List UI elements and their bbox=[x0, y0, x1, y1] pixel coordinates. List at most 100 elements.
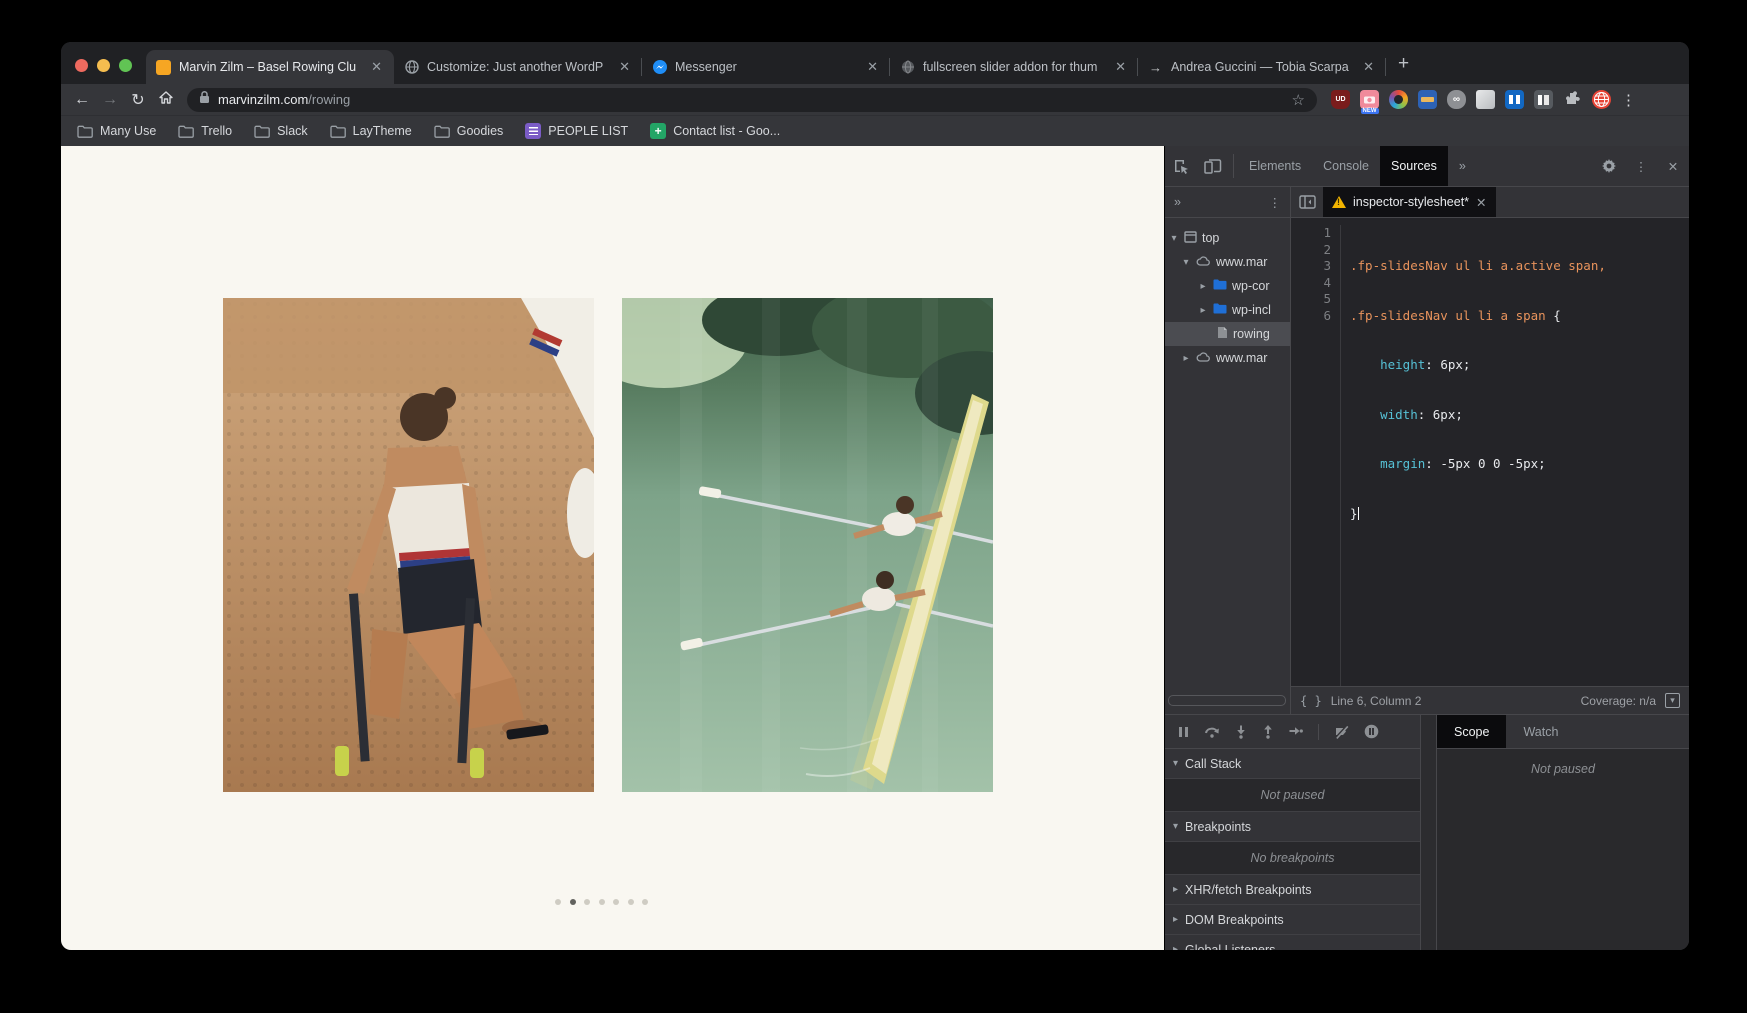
back-button[interactable]: ← bbox=[69, 91, 95, 109]
tab-sources[interactable]: Sources bbox=[1380, 146, 1448, 186]
show-drawer-icon[interactable]: ▾ bbox=[1665, 693, 1680, 708]
folder-icon bbox=[178, 123, 194, 139]
step-icon[interactable] bbox=[1289, 726, 1303, 738]
forward-button[interactable]: → bbox=[97, 91, 123, 109]
navigator-horizontal-scrollbar[interactable] bbox=[1168, 695, 1286, 706]
address-bar[interactable]: marvinzilm.com/rowing ☆ bbox=[187, 88, 1317, 112]
device-toolbar-icon[interactable] bbox=[1197, 146, 1229, 186]
tree-item-origin-2[interactable]: ▸ www.mar bbox=[1165, 346, 1290, 370]
tree-item-top[interactable]: ▾ top bbox=[1165, 226, 1290, 250]
arrow-favicon: → bbox=[1148, 60, 1163, 75]
cards-extension-icon[interactable] bbox=[1534, 90, 1553, 109]
shield-ud-extension-icon[interactable]: UD bbox=[1331, 90, 1350, 109]
code-editor[interactable]: 1 2 3 4 5 6 .fp-slidesNav ul li a.active… bbox=[1291, 218, 1689, 686]
bookmark-slack[interactable]: Slack bbox=[254, 123, 308, 139]
camera-extension-icon[interactable]: NEW bbox=[1360, 90, 1379, 109]
devtools-panel: Elements Console Sources » ⋮ ✕ » ⋮ bbox=[1164, 146, 1689, 950]
section-breakpoints[interactable]: ▾ Breakpoints bbox=[1165, 812, 1420, 842]
tab-elements[interactable]: Elements bbox=[1238, 146, 1312, 186]
bookmark-star-icon[interactable]: ☆ bbox=[1292, 91, 1305, 109]
tree-item-origin[interactable]: ▾ www.mar bbox=[1165, 250, 1290, 274]
section-global-listeners[interactable]: ▸ Global Listeners bbox=[1165, 935, 1420, 950]
bookmark-contact-list[interactable]: + Contact list - Goo... bbox=[650, 123, 780, 139]
close-file-icon[interactable]: ✕ bbox=[1476, 195, 1486, 210]
folder-icon bbox=[77, 123, 93, 139]
trello-extension-icon[interactable] bbox=[1505, 90, 1524, 109]
bookmark-goodies[interactable]: Goodies bbox=[434, 123, 504, 139]
globe-red-extension-icon[interactable] bbox=[1592, 90, 1611, 109]
color-wheel-extension-icon[interactable] bbox=[1389, 90, 1408, 109]
section-dom-breakpoints[interactable]: ▸ DOM Breakpoints bbox=[1165, 905, 1420, 935]
pause-script-icon[interactable] bbox=[1178, 726, 1189, 738]
step-out-icon[interactable] bbox=[1262, 725, 1274, 739]
close-window-button[interactable] bbox=[75, 59, 88, 72]
devtools-menu-icon[interactable]: ⋮ bbox=[1625, 146, 1657, 186]
expand-arrow-icon[interactable]: ▾ bbox=[1181, 257, 1191, 268]
ticket-extension-icon[interactable] bbox=[1418, 90, 1437, 109]
tree-item-wp-content[interactable]: ▸ wp-cor bbox=[1165, 274, 1290, 298]
more-panes-icon[interactable]: » bbox=[1174, 195, 1181, 209]
slider-dot[interactable] bbox=[555, 899, 561, 905]
call-stack-note: Not paused bbox=[1165, 779, 1420, 812]
step-over-icon[interactable] bbox=[1204, 725, 1220, 738]
close-tab-icon[interactable]: ✕ bbox=[369, 59, 384, 75]
settings-gear-icon[interactable] bbox=[1593, 146, 1625, 186]
browser-tab-marvin-zilm[interactable]: Marvin Zilm – Basel Rowing Clu ✕ bbox=[146, 50, 394, 84]
home-button[interactable] bbox=[153, 90, 179, 110]
close-tab-icon[interactable]: ✕ bbox=[1113, 59, 1128, 75]
debugger-scrollbar[interactable] bbox=[1421, 715, 1437, 950]
expand-arrow-icon[interactable]: ▸ bbox=[1181, 353, 1191, 364]
close-tab-icon[interactable]: ✕ bbox=[865, 59, 880, 75]
bookmark-people-list[interactable]: PEOPLE LIST bbox=[525, 123, 628, 139]
inspect-element-icon[interactable] bbox=[1165, 146, 1197, 186]
text-cursor bbox=[1358, 507, 1359, 520]
navigator-menu-icon[interactable]: ⋮ bbox=[1269, 195, 1282, 210]
infinity-extension-icon[interactable]: ∞ bbox=[1447, 90, 1466, 109]
reload-button[interactable]: ↻ bbox=[125, 90, 151, 110]
tree-label: www.mar bbox=[1216, 255, 1267, 269]
zoom-window-button[interactable] bbox=[119, 59, 132, 72]
browser-tab-messenger[interactable]: Messenger ✕ bbox=[642, 50, 890, 84]
more-tabs-icon[interactable]: » bbox=[1448, 146, 1477, 186]
devtools-toolbar: Elements Console Sources » ⋮ ✕ bbox=[1165, 146, 1689, 187]
folder-icon bbox=[434, 123, 450, 139]
slider-dot[interactable] bbox=[642, 899, 648, 905]
section-call-stack[interactable]: ▾ Call Stack bbox=[1165, 749, 1420, 779]
minimize-window-button[interactable] bbox=[97, 59, 110, 72]
browser-menu-icon[interactable]: ⋮ bbox=[1613, 91, 1645, 109]
tree-item-wp-includes[interactable]: ▸ wp-incl bbox=[1165, 298, 1290, 322]
deactivate-breakpoints-icon[interactable] bbox=[1334, 725, 1349, 739]
tab-scope[interactable]: Scope bbox=[1437, 715, 1506, 748]
expand-arrow-icon[interactable]: ▸ bbox=[1198, 305, 1208, 316]
browser-tab-andrea-guccini[interactable]: → Andrea Guccini — Tobia Scarpa ✕ bbox=[1138, 50, 1386, 84]
pause-on-exceptions-icon[interactable] bbox=[1364, 724, 1379, 739]
file-tab-inspector-stylesheet[interactable]: inspector-stylesheet* ✕ bbox=[1323, 187, 1496, 217]
step-into-icon[interactable] bbox=[1235, 725, 1247, 739]
slider-dot-active[interactable] bbox=[570, 899, 576, 905]
section-xhr-breakpoints[interactable]: ▸ XHR/fetch Breakpoints bbox=[1165, 875, 1420, 905]
bookmark-trello[interactable]: Trello bbox=[178, 123, 232, 139]
slider-dot[interactable] bbox=[599, 899, 605, 905]
tree-item-rowing-selected[interactable]: rowing bbox=[1165, 322, 1290, 346]
bookmark-many-use[interactable]: Many Use bbox=[77, 123, 156, 139]
pretty-print-icon[interactable]: { } bbox=[1300, 694, 1322, 708]
tab-title: Messenger bbox=[675, 60, 857, 74]
slider-dot[interactable] bbox=[613, 899, 619, 905]
slider-dot[interactable] bbox=[584, 899, 590, 905]
bookmark-laytheme[interactable]: LayTheme bbox=[330, 123, 412, 139]
browser-tab-customize[interactable]: Customize: Just another WordP ✕ bbox=[394, 50, 642, 84]
toggle-navigator-icon[interactable] bbox=[1291, 187, 1323, 217]
tab-console[interactable]: Console bbox=[1312, 146, 1380, 186]
expand-arrow-icon[interactable]: ▾ bbox=[1169, 233, 1179, 244]
close-tab-icon[interactable]: ✕ bbox=[1361, 59, 1376, 75]
tab-watch[interactable]: Watch bbox=[1506, 715, 1575, 748]
close-tab-icon[interactable]: ✕ bbox=[617, 59, 632, 75]
expand-arrow-icon[interactable]: ▸ bbox=[1198, 281, 1208, 292]
puzzle-extension-icon[interactable] bbox=[1563, 90, 1582, 109]
close-devtools-icon[interactable]: ✕ bbox=[1657, 146, 1689, 186]
new-tab-button[interactable]: + bbox=[1398, 54, 1409, 73]
box-extension-icon[interactable] bbox=[1476, 90, 1495, 109]
expand-arrow-icon: ▸ bbox=[1173, 884, 1178, 895]
slider-dot[interactable] bbox=[628, 899, 634, 905]
browser-tab-fullscreen-slider[interactable]: fullscreen slider addon for thum ✕ bbox=[890, 50, 1138, 84]
